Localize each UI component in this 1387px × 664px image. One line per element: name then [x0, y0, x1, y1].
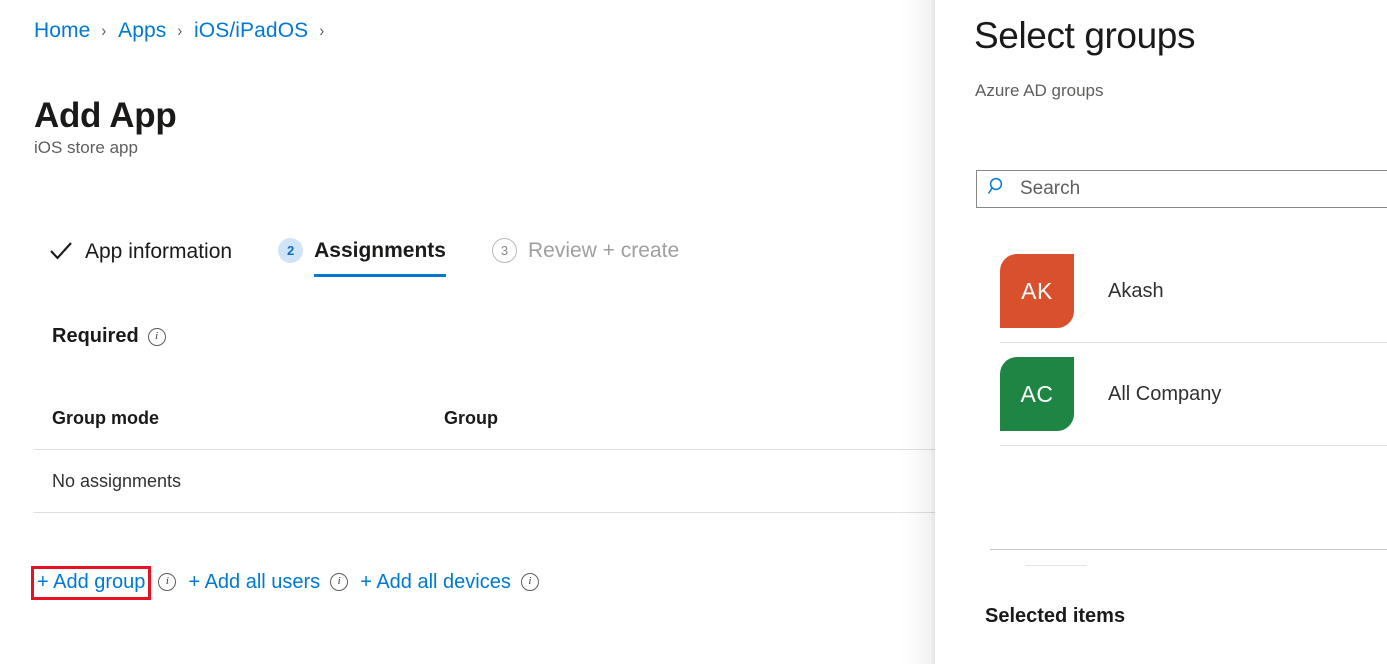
wizard-steps: App information 2 Assignments 3 Review +…	[48, 238, 679, 278]
screen-root: Home › Apps › iOS/iPadOS › Add App iOS s…	[0, 0, 1387, 664]
avatar: AC	[1000, 357, 1074, 431]
tab-app-information[interactable]: App information	[48, 238, 232, 278]
tab-assignments[interactable]: 2 Assignments	[278, 238, 446, 277]
breadcrumb: Home › Apps › iOS/iPadOS ›	[34, 20, 336, 41]
add-all-devices-action: + Add all devices i	[360, 571, 539, 593]
list-item-label: All Company	[1108, 383, 1221, 406]
list-item-label: Akash	[1108, 280, 1164, 303]
assignment-action-links: + Add group i + Add all users i + Add al…	[34, 568, 539, 596]
group-list: AK Akash AC All Company	[975, 240, 1387, 446]
avatar-initials: AC	[1021, 381, 1054, 408]
tab-review-create[interactable]: 3 Review + create	[492, 238, 679, 277]
info-icon[interactable]: i	[521, 573, 539, 591]
info-icon[interactable]: i	[330, 573, 348, 591]
blade-footer-accent-line	[1025, 565, 1087, 566]
avatar: AK	[1000, 254, 1074, 328]
tab-active-underline	[314, 274, 446, 277]
add-group-button[interactable]: + Add group	[31, 566, 151, 600]
avatar-initials: AK	[1021, 278, 1053, 305]
table-row: No assignments	[34, 450, 936, 512]
list-item[interactable]: AC All Company	[975, 343, 1387, 445]
add-all-users-button[interactable]: + Add all users	[188, 571, 320, 593]
search-input[interactable]	[1018, 177, 1387, 201]
table-empty-text: No assignments	[52, 471, 181, 492]
tab-review-create-label: Review + create	[528, 240, 679, 261]
search-box[interactable]	[976, 170, 1387, 208]
tab-app-information-label: App information	[85, 241, 232, 262]
breadcrumb-item-apps[interactable]: Apps	[118, 20, 166, 41]
select-groups-blade: Select groups Azure AD groups AK Akash	[935, 0, 1387, 664]
required-section-title: Required	[52, 325, 139, 348]
add-all-devices-button[interactable]: + Add all devices	[360, 571, 511, 593]
breadcrumb-separator-icon: ›	[102, 22, 107, 39]
assignments-table: Group mode Group No assignments	[34, 408, 936, 513]
breadcrumb-item-ios-ipados[interactable]: iOS/iPadOS	[194, 20, 308, 41]
table-header-row: Group mode Group	[34, 408, 936, 449]
blade-footer-divider	[990, 549, 1387, 550]
blade-drop-shadow	[898, 0, 935, 664]
add-all-users-action: + Add all users i	[188, 571, 348, 593]
add-group-action: + Add group i	[34, 568, 176, 596]
list-item[interactable]: AK Akash	[975, 240, 1387, 342]
step-number-2-badge: 2	[278, 238, 303, 263]
info-icon[interactable]: i	[158, 573, 176, 591]
required-section-header: Required i	[52, 325, 166, 348]
step-number-3-badge: 3	[492, 238, 517, 263]
main-content-pane: Home › Apps › iOS/iPadOS › Add App iOS s…	[0, 0, 940, 664]
search-icon	[987, 176, 1008, 202]
blade-subtitle: Azure AD groups	[975, 81, 1104, 101]
page-subtitle: iOS store app	[34, 138, 138, 158]
page-title: Add App	[34, 97, 176, 136]
list-divider	[1000, 445, 1387, 446]
column-header-group: Group	[444, 408, 936, 429]
info-icon[interactable]: i	[148, 328, 166, 346]
breadcrumb-separator-icon: ›	[178, 22, 183, 39]
selected-items-label: Selected items	[985, 605, 1125, 628]
breadcrumb-separator-icon: ›	[320, 22, 325, 39]
table-divider	[34, 512, 936, 513]
column-header-group-mode: Group mode	[52, 408, 444, 429]
breadcrumb-item-home[interactable]: Home	[34, 20, 90, 41]
blade-title: Select groups	[974, 16, 1195, 57]
tab-assignments-label: Assignments	[314, 240, 446, 261]
check-icon	[48, 238, 74, 264]
